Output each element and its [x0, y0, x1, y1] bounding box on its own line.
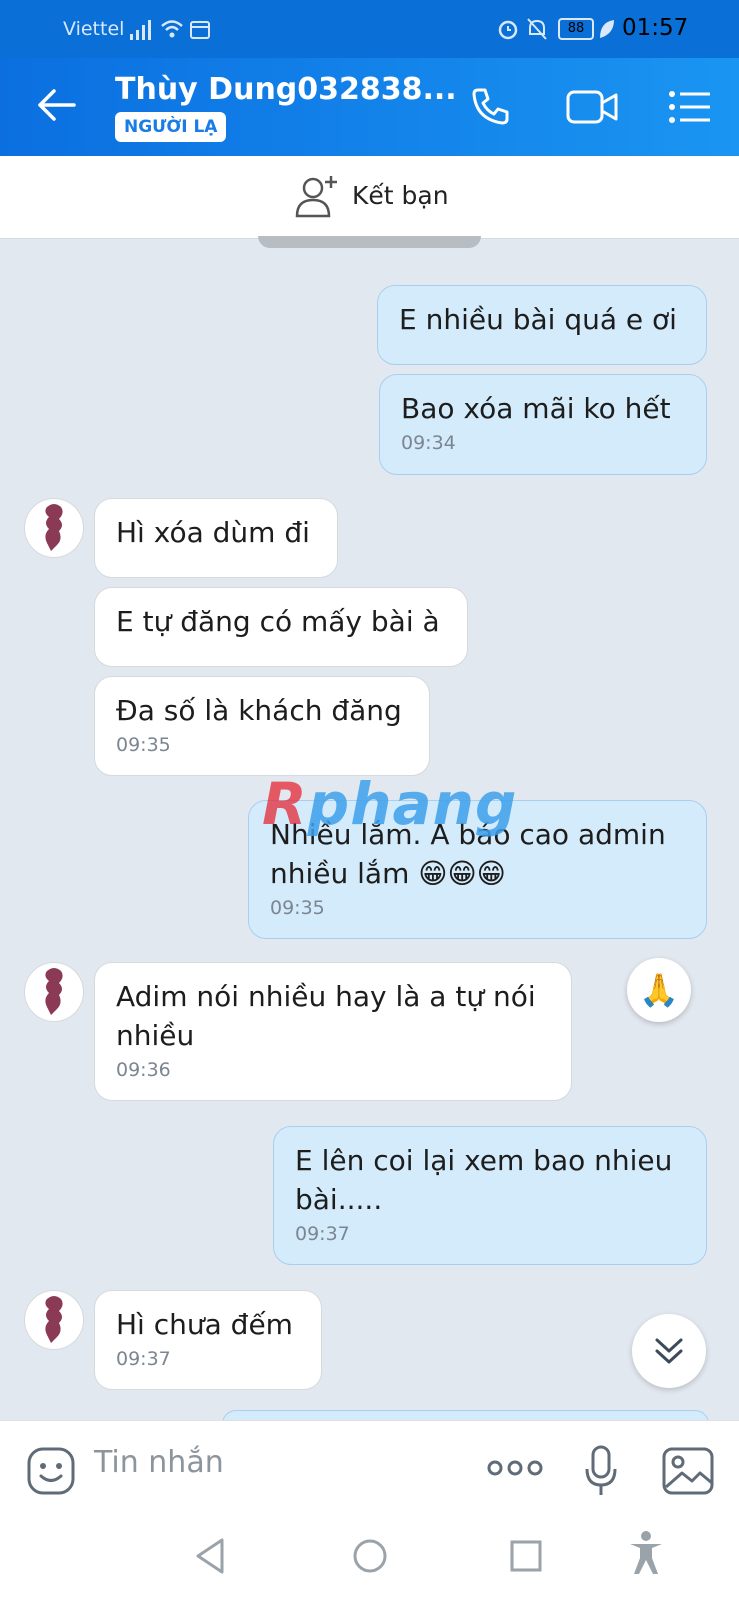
alarm-icon: [498, 20, 518, 40]
stranger-badge: NGƯỜI LẠ: [115, 112, 227, 142]
add-friend-label[interactable]: Kết bạn: [352, 181, 449, 210]
message-bubble-in[interactable]: Hì xóa dùm đi: [94, 498, 338, 578]
calendar-icon: [190, 21, 210, 39]
reaction-button[interactable]: 🙏: [627, 958, 691, 1022]
message-bubble-out[interactable]: Bao xóa mãi ko hết 09:34: [379, 374, 707, 475]
message-bubble-in[interactable]: Hì chưa đếm 09:37: [94, 1290, 322, 1390]
scroll-down-button[interactable]: [632, 1314, 706, 1388]
video-icon[interactable]: [566, 90, 618, 124]
message-bubble-out[interactable]: E lên coi lại xem bao nhieu bài..... 09:37: [273, 1126, 707, 1265]
message-text: Đa số là khách đăng: [116, 694, 402, 727]
message-time: 09:34: [401, 432, 456, 454]
wifi-icon: [161, 20, 183, 38]
clock: 01:57: [622, 15, 689, 41]
signal-icon: [130, 20, 151, 40]
contact-name[interactable]: Thùy Dung032838...: [115, 72, 457, 107]
carrier-name: Viettel: [63, 18, 125, 40]
nav-recent-icon[interactable]: [510, 1540, 542, 1572]
message-text: E nhiều bài quá e ơi: [399, 303, 677, 336]
reaction-emoji: 🙏: [639, 971, 679, 1009]
message-bubble-in[interactable]: Đa số là khách đăng 09:35: [94, 676, 430, 776]
battery-indicator: 88: [558, 18, 594, 40]
message-text: nhiều: [116, 1019, 195, 1052]
message-text: Hì chưa đếm: [116, 1308, 293, 1341]
emoji-icon[interactable]: [27, 1447, 75, 1495]
message-bubble-in[interactable]: Adim nói nhiều hay là a tự nói nhiều 09:36: [94, 962, 572, 1101]
message-time: 09:37: [295, 1223, 350, 1245]
add-friend-icon[interactable]: [295, 174, 341, 218]
message-text: E tự đăng có mấy bài à: [116, 605, 440, 638]
more-icon[interactable]: [487, 1460, 543, 1476]
avatar[interactable]: [24, 498, 84, 558]
pinned-pill: [258, 236, 481, 248]
message-bubble-out[interactable]: E nhiều bài quá e ơi: [377, 285, 707, 365]
list-icon[interactable]: [668, 90, 712, 124]
nav-back-icon[interactable]: [194, 1538, 226, 1574]
message-text: E lên coi lại xem bao nhieu: [295, 1144, 673, 1177]
message-text: Hì xóa dùm đi: [116, 516, 310, 549]
phone-icon[interactable]: [470, 86, 510, 126]
accessibility-icon[interactable]: [628, 1530, 664, 1576]
message-time: 09:35: [116, 734, 171, 756]
message-text: nhiều lắm 😁😁😁: [270, 857, 506, 890]
avatar[interactable]: [24, 1290, 84, 1350]
leaf-icon: [600, 20, 614, 38]
message-input[interactable]: Tin nhắn: [94, 1445, 224, 1480]
mic-icon[interactable]: [584, 1445, 618, 1497]
message-text: Bao xóa mãi ko hết: [401, 392, 671, 425]
message-time: 09:37: [116, 1348, 171, 1370]
message-time: 09:35: [270, 897, 325, 919]
message-time: 09:36: [116, 1059, 171, 1081]
image-icon[interactable]: [662, 1447, 714, 1495]
message-text: bài.....: [295, 1183, 383, 1216]
mute-icon: [527, 18, 547, 40]
avatar[interactable]: [24, 962, 84, 1022]
nav-home-icon[interactable]: [352, 1538, 388, 1574]
scroll-down-icon: [655, 1338, 683, 1364]
message-bubble-in[interactable]: E tự đăng có mấy bài à: [94, 587, 468, 667]
back-arrow-icon[interactable]: [36, 88, 76, 122]
message-text: Adim nói nhiều hay là a tự nói: [116, 980, 536, 1013]
watermark-logo: Rphang: [262, 770, 518, 838]
